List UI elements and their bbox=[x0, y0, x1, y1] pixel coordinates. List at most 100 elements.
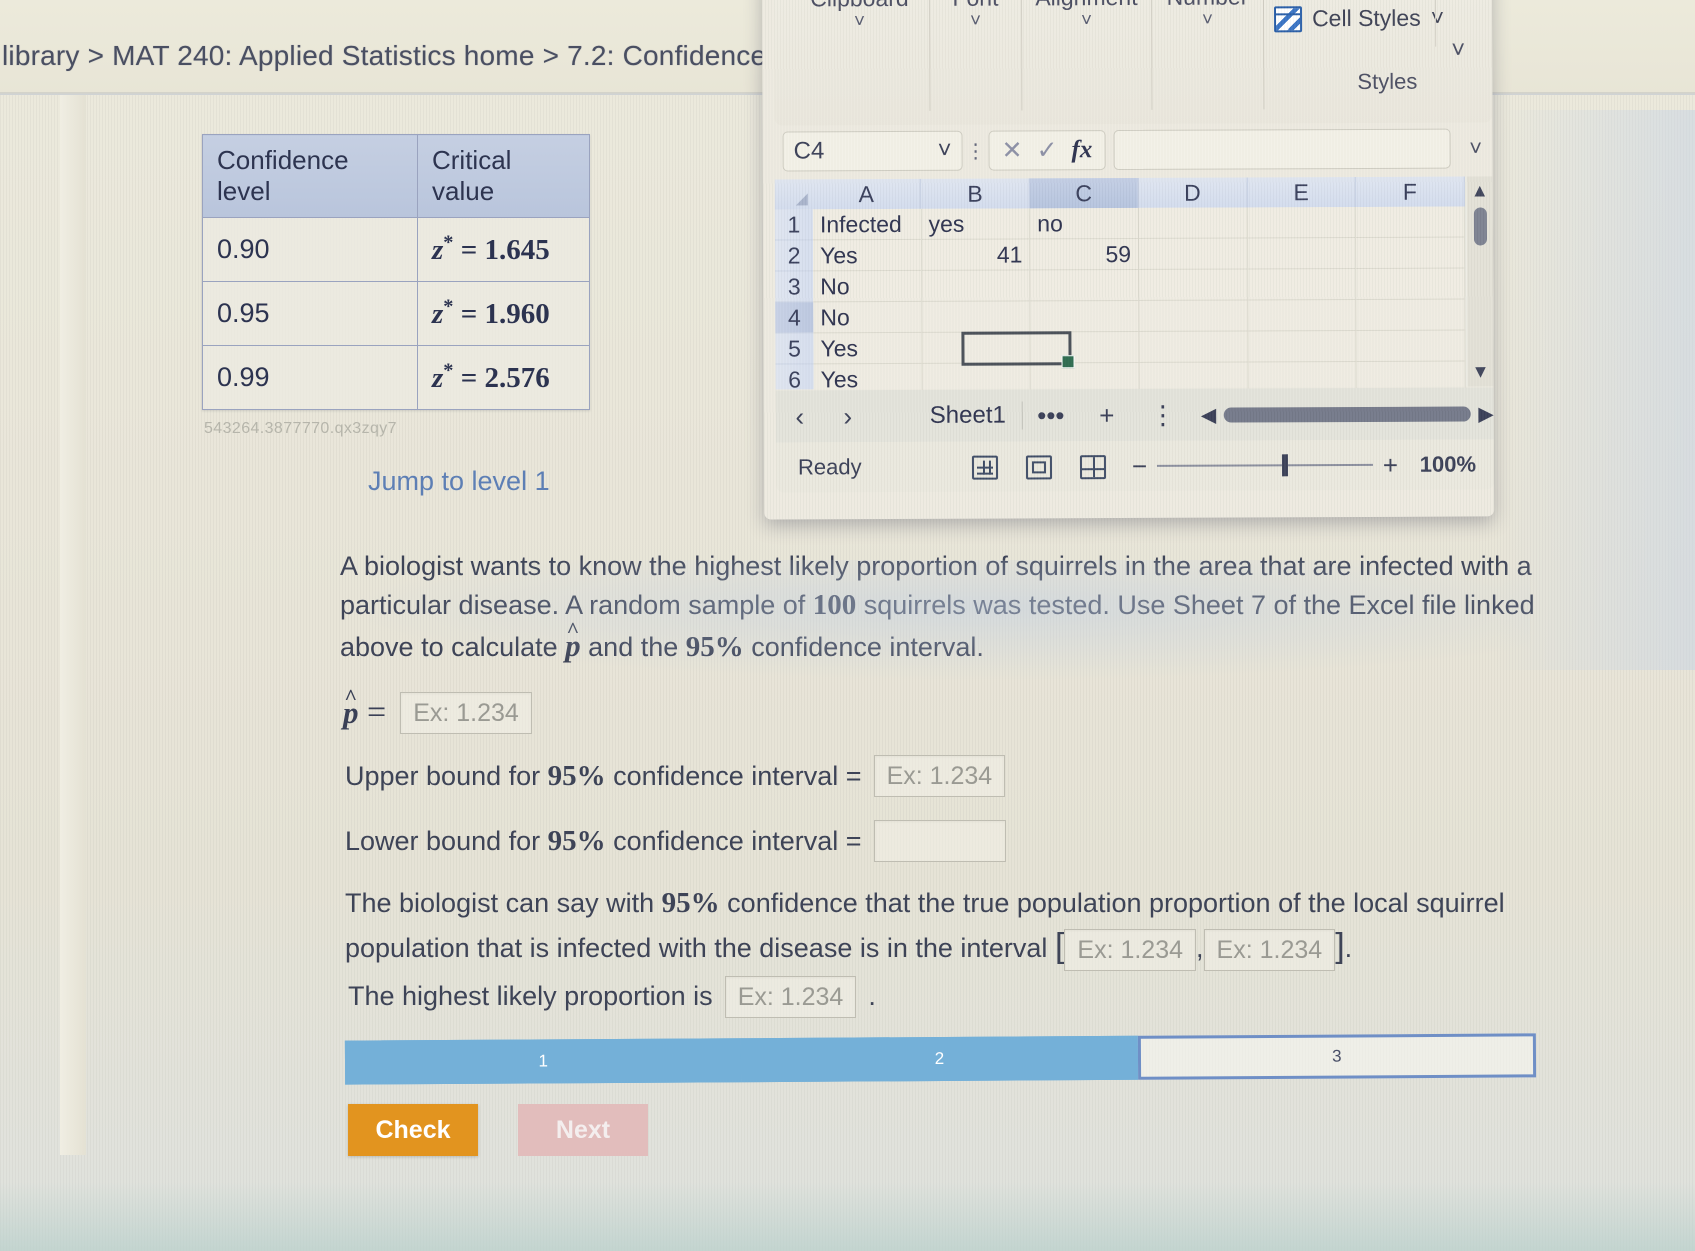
name-box[interactable]: C4 ˅ bbox=[782, 130, 963, 172]
page-break-view-icon[interactable] bbox=[1066, 453, 1120, 480]
formula-bar-grip-icon[interactable]: ⋮ bbox=[963, 138, 989, 163]
cell-c1[interactable]: no bbox=[1030, 207, 1140, 240]
column-header-c[interactable]: C bbox=[1029, 177, 1139, 209]
horizontal-scrollbar[interactable]: ◀ ▶ bbox=[1201, 401, 1494, 427]
zoom-slider-thumb[interactable] bbox=[1282, 454, 1289, 477]
ribbon-group-alignment[interactable]: Alignment ˅ bbox=[1021, 0, 1153, 111]
cell-b2[interactable]: 41 bbox=[921, 239, 1031, 271]
cell-a1[interactable]: Infected bbox=[812, 208, 922, 241]
cell-f4[interactable] bbox=[1356, 299, 1466, 332]
cell-d1[interactable] bbox=[1138, 207, 1248, 239]
vertical-scrollbar[interactable]: ▲ ▼ bbox=[1466, 176, 1494, 387]
cell-e2[interactable] bbox=[1247, 238, 1357, 270]
zoom-control[interactable]: − + bbox=[1132, 449, 1398, 481]
progress-segment-1[interactable]: 1 bbox=[344, 1038, 742, 1085]
cell-f3[interactable] bbox=[1356, 268, 1466, 301]
column-header-f[interactable]: F bbox=[1355, 176, 1465, 208]
next-sheet-icon[interactable]: › bbox=[824, 401, 872, 432]
zoom-slider[interactable] bbox=[1157, 454, 1373, 477]
ribbon-group-font[interactable]: Font ˅ bbox=[929, 0, 1023, 111]
cell-e1[interactable] bbox=[1247, 207, 1357, 239]
scroll-left-icon[interactable]: ◀ bbox=[1201, 402, 1216, 427]
zoom-level[interactable]: 100% bbox=[1398, 451, 1476, 477]
p-hat-input[interactable]: Ex: 1.234 bbox=[400, 692, 532, 735]
formula-input[interactable] bbox=[1113, 128, 1451, 171]
cell-f2[interactable] bbox=[1356, 237, 1466, 270]
row-header-2[interactable]: 2 bbox=[774, 240, 814, 272]
cell-c4[interactable] bbox=[1030, 300, 1140, 333]
cell-f5[interactable] bbox=[1356, 330, 1466, 363]
sheet-menu-icon[interactable]: ⋮ bbox=[1135, 399, 1191, 430]
cell-a3[interactable]: No bbox=[813, 270, 922, 303]
cell-c3[interactable] bbox=[1030, 269, 1140, 302]
cell-d5[interactable] bbox=[1139, 331, 1249, 363]
cell-d4[interactable] bbox=[1139, 300, 1249, 332]
column-header-d[interactable]: D bbox=[1138, 177, 1248, 208]
cell-b4[interactable] bbox=[921, 301, 1031, 333]
sheet-tab-sheet1[interactable]: Sheet1 bbox=[913, 401, 1023, 430]
excel-window[interactable]: Clipboard ˅ Font ˅ Alignment ˅ % Number … bbox=[761, 0, 1495, 520]
column-header-b[interactable]: B bbox=[921, 178, 1030, 209]
breadcrumb[interactable]: library > MAT 240: Applied Statistics ho… bbox=[2, 40, 830, 72]
grid-cells[interactable]: Infected yes no Yes 41 59 No No Yes Yes bbox=[812, 206, 1466, 396]
insert-function-icon[interactable]: fx bbox=[1071, 136, 1092, 164]
jump-to-level-link[interactable]: Jump to level 1 bbox=[368, 466, 550, 497]
cell-d2[interactable] bbox=[1139, 238, 1248, 270]
scroll-up-icon[interactable]: ▲ bbox=[1471, 180, 1489, 201]
spreadsheet-grid[interactable]: A B C D E F 1 2 3 4 5 6 Infected yes no bbox=[774, 176, 1494, 396]
cell-a5[interactable]: Yes bbox=[813, 332, 923, 365]
normal-view-icon[interactable] bbox=[958, 453, 1012, 480]
cell-f1[interactable] bbox=[1356, 206, 1466, 239]
cell-e3[interactable] bbox=[1247, 269, 1357, 301]
scroll-thumb[interactable] bbox=[1224, 406, 1471, 423]
select-all-corner[interactable] bbox=[775, 179, 813, 209]
scroll-down-icon[interactable]: ▼ bbox=[1472, 361, 1490, 382]
zoom-in-icon[interactable]: + bbox=[1383, 449, 1398, 480]
cell-a4[interactable]: No bbox=[813, 301, 923, 334]
progress-segment-3[interactable]: 3 bbox=[1137, 1033, 1537, 1080]
chevron-down-icon[interactable]: ˅ bbox=[1022, 10, 1151, 33]
chevron-down-icon[interactable]: ˅ bbox=[938, 137, 952, 165]
enter-icon[interactable]: ✓ bbox=[1036, 135, 1058, 165]
lower-bound-input[interactable] bbox=[873, 820, 1006, 862]
chevron-down-icon[interactable]: ˅ bbox=[930, 10, 1021, 32]
chevron-down-icon[interactable]: ˅ bbox=[1152, 9, 1263, 31]
cell-c5[interactable] bbox=[1030, 331, 1140, 364]
cell-d3[interactable] bbox=[1139, 269, 1248, 301]
upper-bound-input[interactable]: Ex: 1.234 bbox=[873, 755, 1006, 797]
cell-b5[interactable] bbox=[922, 332, 1031, 364]
cell-c2[interactable]: 59 bbox=[1030, 238, 1140, 271]
interval-upper-input[interactable]: Ex: 1.234 bbox=[1203, 928, 1336, 971]
scroll-right-icon[interactable]: ▶ bbox=[1478, 401, 1493, 426]
ribbon-group-clipboard[interactable]: Clipboard ˅ bbox=[789, 0, 931, 112]
page-layout-view-icon[interactable] bbox=[1012, 453, 1066, 480]
interval-lower-input[interactable]: Ex: 1.234 bbox=[1064, 928, 1197, 971]
cancel-icon[interactable]: ✕ bbox=[1002, 135, 1023, 165]
cell-e4[interactable] bbox=[1247, 300, 1357, 332]
check-button[interactable]: Check bbox=[348, 1104, 478, 1156]
cell-b3[interactable] bbox=[921, 270, 1031, 302]
sheet-overflow-icon[interactable]: ••• bbox=[1023, 400, 1079, 431]
scroll-thumb[interactable] bbox=[1473, 207, 1487, 246]
row-header-5[interactable]: 5 bbox=[775, 333, 814, 365]
upper-bound-label: Upper bound for 95% confidence interval … bbox=[345, 756, 862, 796]
add-sheet-icon[interactable]: + bbox=[1079, 399, 1135, 430]
chevron-down-icon[interactable]: ˅ bbox=[790, 11, 929, 34]
cell-b1[interactable]: yes bbox=[921, 208, 1031, 240]
row-header-4[interactable]: 4 bbox=[775, 302, 814, 334]
cell-a2[interactable]: Yes bbox=[812, 239, 922, 272]
column-header-a[interactable]: A bbox=[812, 178, 922, 210]
prev-sheet-icon[interactable]: ‹ bbox=[776, 401, 824, 432]
highest-proportion-input[interactable]: Ex: 1.234 bbox=[724, 976, 857, 1018]
cell-styles-button[interactable]: Cell Styles ˅ bbox=[1273, 5, 1444, 33]
cell-e5[interactable] bbox=[1248, 331, 1357, 363]
formula-bar-expand-icon[interactable]: ˅ bbox=[1459, 135, 1493, 161]
progress-segment-2[interactable]: 2 bbox=[741, 1035, 1138, 1083]
ribbon-collapse-icon[interactable]: ˅ bbox=[1451, 37, 1465, 65]
column-header-e[interactable]: E bbox=[1247, 177, 1357, 208]
row-header-1[interactable]: 1 bbox=[774, 209, 813, 241]
zoom-out-icon[interactable]: − bbox=[1132, 450, 1147, 481]
ribbon-group-number[interactable]: % Number ˅ bbox=[1151, 0, 1265, 110]
row-header-3[interactable]: 3 bbox=[775, 271, 814, 303]
next-button[interactable]: Next bbox=[518, 1104, 648, 1156]
